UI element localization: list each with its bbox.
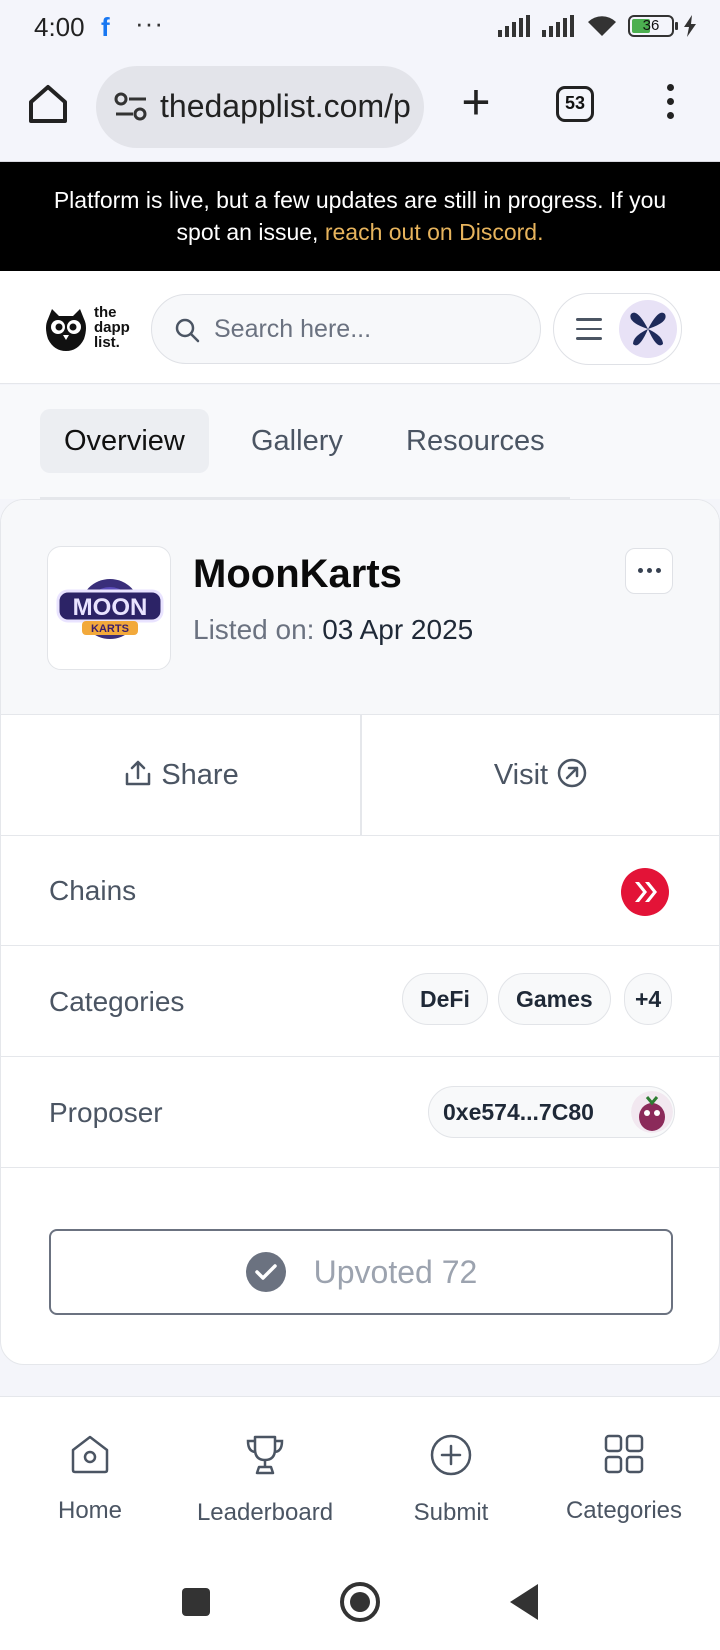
logo-text-1: the	[94, 304, 117, 321]
status-bar: 4:00 f ··· 36	[0, 0, 720, 56]
more-options-button[interactable]	[625, 548, 673, 594]
wifi-icon	[588, 16, 616, 36]
app-logo: MOON KARTS	[47, 546, 171, 670]
action-row: Share Visit	[1, 715, 719, 836]
nav-home-label: Home	[57, 1497, 123, 1524]
url-bar[interactable]: thedapplist.com/p	[96, 66, 424, 148]
app-logo-text-1: MOON	[73, 594, 148, 621]
charging-icon	[684, 15, 696, 37]
search-input[interactable]: Search here...	[151, 294, 541, 364]
browser-toolbar: thedapplist.com/p + 53	[0, 56, 720, 162]
proposer-row: Proposer 0xe574...7C80	[1, 1057, 719, 1168]
nav-categories[interactable]: Categories	[534, 1433, 714, 1525]
chains-label: Chains	[49, 875, 137, 906]
listed-date: 03 Apr 2025	[322, 614, 474, 645]
logo-text-3: list.	[94, 334, 120, 351]
visit-label: Visit	[493, 759, 549, 791]
more-dots-icon: ···	[135, 8, 164, 38]
proposer-address: 0xe574...7C80	[443, 1099, 594, 1125]
home-system-icon[interactable]	[340, 1582, 380, 1622]
logo-text-2: dapp	[94, 319, 130, 336]
nav-home[interactable]: Home	[0, 1433, 180, 1525]
plus-circle-icon	[430, 1434, 472, 1476]
tab-resources[interactable]: Resources	[382, 409, 569, 473]
proposer-avatar	[631, 1091, 673, 1133]
search-placeholder: Search here...	[214, 315, 372, 343]
more-dots-icon	[637, 568, 643, 573]
upvote-label: Upvoted 72	[313, 1254, 478, 1290]
nav-submit-label: Submit	[413, 1499, 489, 1526]
app-logo-text-2: KARTS	[91, 623, 129, 635]
new-tab-icon[interactable]: +	[456, 77, 496, 128]
signal-icon	[498, 15, 530, 37]
facebook-icon: f	[101, 12, 110, 42]
signal-icon-2	[542, 15, 574, 37]
tab-gallery[interactable]: Gallery	[227, 409, 367, 473]
bottom-navigation: Home Leaderboard Submit Categories	[0, 1397, 720, 1552]
nav-leaderboard[interactable]: Leaderboard	[175, 1433, 355, 1527]
status-time: 4:00	[34, 12, 85, 42]
trophy-icon	[246, 1435, 284, 1475]
tab-switcher-button[interactable]: 53	[556, 86, 594, 122]
moonkarts-logo-image: MOON KARTS	[56, 579, 164, 639]
visit-button[interactable]: Visit	[361, 715, 719, 836]
nav-categories-label: Categories	[565, 1497, 683, 1524]
nav-leaderboard-label: Leaderboard	[196, 1499, 334, 1526]
site-logo[interactable]: the dapp list.	[42, 305, 142, 355]
check-circle-icon	[245, 1251, 286, 1292]
category-chip[interactable]: Games	[498, 973, 611, 1025]
grid-icon	[604, 1434, 644, 1474]
tab-overview[interactable]: Overview	[40, 409, 209, 473]
system-navigation-bar	[0, 1552, 720, 1650]
hive-chain-icon[interactable]	[621, 868, 669, 916]
menu-account-group	[553, 293, 682, 365]
external-link-icon	[557, 759, 587, 788]
app-title: MoonKarts	[193, 552, 402, 596]
discord-link[interactable]: reach out on Discord.	[325, 219, 544, 245]
browser-menu-icon[interactable]	[664, 84, 676, 124]
owl-logo-icon	[46, 309, 86, 351]
site-settings-icon[interactable]	[114, 92, 148, 122]
app-header: MOON KARTS MoonKarts Listed on: 03 Apr 2…	[1, 500, 719, 715]
search-icon	[175, 318, 200, 343]
share-button[interactable]: Share	[1, 715, 361, 836]
categories-label: Categories	[49, 986, 185, 1017]
page-tabs: Overview Gallery Resources	[0, 385, 720, 499]
home-icon	[71, 1435, 109, 1474]
listed-label: Listed on:	[193, 614, 315, 645]
category-chip[interactable]: DeFi	[402, 973, 488, 1025]
announcement-banner: Platform is live, but a few updates are …	[0, 162, 720, 271]
nav-submit[interactable]: Submit	[361, 1433, 541, 1527]
listed-on: Listed on: 03 Apr 2025	[193, 614, 473, 646]
proposer-address-chip[interactable]: 0xe574...7C80	[428, 1086, 675, 1138]
site-header: the dapp list. Search here...	[0, 271, 720, 384]
upvote-button[interactable]: Upvoted 72	[49, 1229, 673, 1315]
categories-row: Categories DeFi Games +4	[1, 946, 719, 1057]
recents-icon[interactable]	[182, 1588, 210, 1616]
butterfly-avatar-icon	[630, 312, 666, 346]
more-categories-chip[interactable]: +4	[624, 973, 673, 1025]
share-label: Share	[161, 759, 239, 791]
share-icon	[126, 761, 151, 786]
battery-icon: 36	[628, 15, 678, 37]
home-icon[interactable]	[26, 82, 70, 126]
url-text: thedapplist.com/p	[160, 88, 411, 124]
hamburger-menu-icon[interactable]	[576, 318, 602, 340]
chains-row: Chains	[1, 836, 719, 946]
proposer-label: Proposer	[49, 1097, 163, 1128]
user-avatar[interactable]	[619, 300, 677, 358]
back-icon[interactable]	[510, 1584, 538, 1620]
app-card: MOON KARTS MoonKarts Listed on: 03 Apr 2…	[0, 499, 720, 1365]
